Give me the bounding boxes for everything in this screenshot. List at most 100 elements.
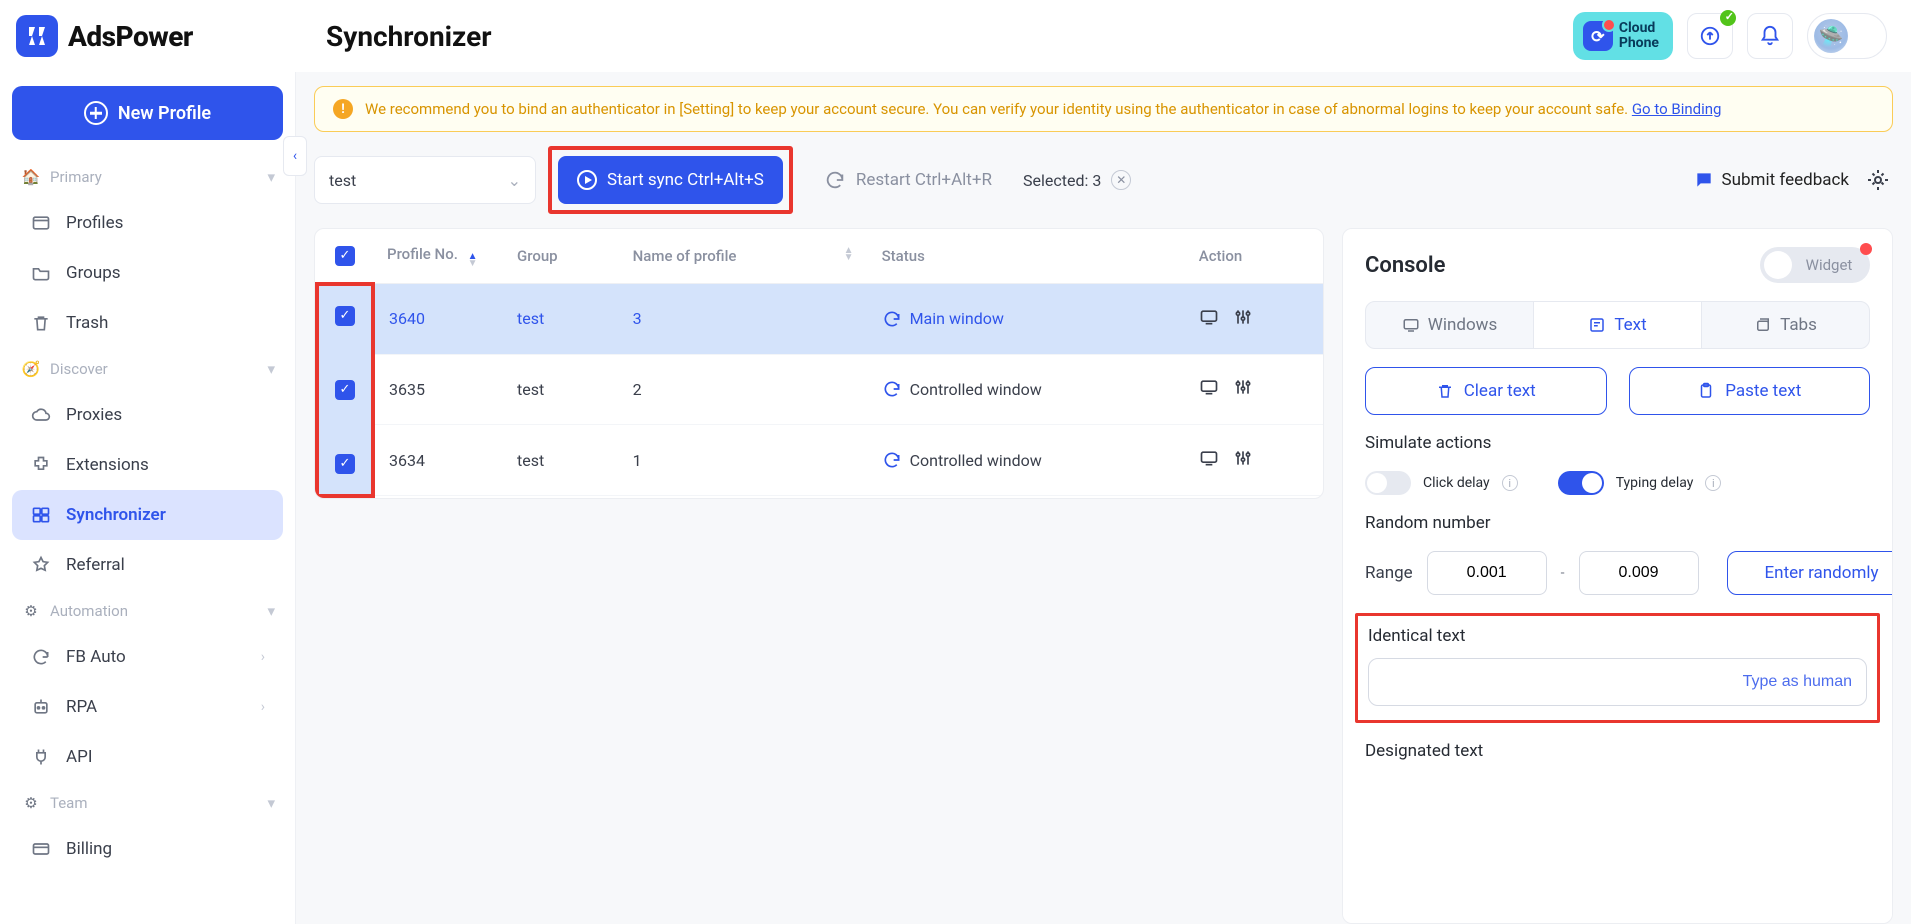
sidebar-item-profiles[interactable]: Profiles bbox=[12, 198, 283, 248]
sidebar-item-rpa[interactable]: RPA › bbox=[12, 682, 283, 732]
sidebar-item-groups[interactable]: Groups bbox=[12, 248, 283, 298]
tab-windows[interactable]: Windows bbox=[1366, 302, 1533, 348]
robot-icon bbox=[30, 696, 52, 718]
cell-group: test bbox=[503, 354, 619, 425]
click-delay-toggle[interactable] bbox=[1365, 471, 1411, 495]
settings-action-button[interactable] bbox=[1233, 377, 1253, 401]
range-label: Range bbox=[1365, 563, 1413, 583]
th-action: Action bbox=[1185, 229, 1323, 284]
sync-icon bbox=[30, 504, 52, 526]
cell-name: 2 bbox=[619, 354, 868, 425]
restart-icon bbox=[824, 169, 846, 191]
sidebar-item-billing[interactable]: Billing bbox=[12, 824, 283, 874]
warning-icon: ! bbox=[333, 99, 353, 119]
th-name[interactable]: Name of profile ▲▼ bbox=[619, 229, 868, 284]
info-icon[interactable]: i bbox=[1502, 475, 1518, 491]
folder-icon bbox=[30, 262, 52, 284]
typing-delay-toggle[interactable] bbox=[1558, 471, 1604, 495]
cell-profile-no: 3640 bbox=[373, 284, 503, 355]
clipboard-icon bbox=[1697, 382, 1715, 400]
sidebar-item-referral[interactable]: Referral bbox=[12, 540, 283, 590]
start-sync-button[interactable]: Start sync Ctrl+Alt+S bbox=[558, 156, 783, 204]
highlight-start-sync: Start sync Ctrl+Alt+S bbox=[548, 146, 793, 214]
sidebar-item-trash[interactable]: Trash bbox=[12, 298, 283, 348]
table-row[interactable]: 3640test3Main window bbox=[317, 284, 1323, 355]
sidebar-section-team[interactable]: ⚙Team ▾ bbox=[12, 782, 283, 824]
cloud-phone-label-1: Cloud bbox=[1619, 21, 1659, 36]
paste-text-button[interactable]: Paste text bbox=[1629, 367, 1871, 415]
sidebar-item-proxies[interactable]: Proxies bbox=[12, 390, 283, 440]
plug-icon bbox=[30, 746, 52, 768]
play-icon bbox=[577, 170, 597, 190]
puzzle-icon bbox=[30, 454, 52, 476]
chevron-down-icon: ▾ bbox=[267, 602, 275, 620]
cell-profile-no: 3634 bbox=[373, 425, 503, 496]
widget-toggle[interactable]: Widget bbox=[1760, 247, 1870, 283]
highlight-identical-text: Identical text bbox=[1355, 613, 1880, 723]
trash-icon bbox=[30, 312, 52, 334]
cell-status: Controlled window bbox=[882, 450, 1171, 470]
th-group[interactable]: Group bbox=[503, 229, 619, 284]
alert-text: We recommend you to bind an authenticato… bbox=[365, 100, 1632, 118]
sidebar-item-api[interactable]: API bbox=[12, 732, 283, 782]
chevron-down-icon: ▾ bbox=[267, 360, 275, 378]
tab-tabs[interactable]: Tabs bbox=[1702, 302, 1869, 348]
sync-status-icon bbox=[882, 450, 902, 470]
upload-button[interactable] bbox=[1687, 13, 1733, 59]
th-status: Status bbox=[868, 229, 1185, 284]
notifications-button[interactable] bbox=[1747, 13, 1793, 59]
account-menu[interactable]: 🛸 bbox=[1807, 13, 1887, 59]
new-profile-button[interactable]: New Profile bbox=[12, 86, 283, 140]
sidebar-collapse-button[interactable]: ‹ bbox=[283, 136, 307, 176]
identical-text-input[interactable] bbox=[1368, 658, 1867, 706]
settings-button[interactable] bbox=[1863, 165, 1893, 195]
screen-action-button[interactable] bbox=[1199, 307, 1219, 331]
row-checkbox[interactable] bbox=[335, 454, 355, 474]
clear-text-button[interactable]: Clear text bbox=[1365, 367, 1607, 415]
sidebar-section-discover[interactable]: 🧭Discover ▾ bbox=[12, 348, 283, 390]
screen-action-button[interactable] bbox=[1199, 448, 1219, 472]
settings-action-button[interactable] bbox=[1233, 448, 1253, 472]
identical-text-title: Identical text bbox=[1368, 626, 1867, 646]
sidebar-item-fbauto[interactable]: FB Auto › bbox=[12, 632, 283, 682]
new-profile-label: New Profile bbox=[118, 103, 211, 124]
sidebar-section-automation[interactable]: ⚙Automation ▾ bbox=[12, 590, 283, 632]
designated-text-title: Designated text bbox=[1365, 741, 1870, 761]
cell-group: test bbox=[503, 425, 619, 496]
tab-text[interactable]: Text bbox=[1533, 302, 1702, 348]
restart-button[interactable]: Restart Ctrl+Alt+R bbox=[805, 156, 1011, 204]
submit-feedback-link[interactable]: Submit feedback bbox=[1694, 170, 1849, 190]
table-row[interactable]: 3635test2Controlled window bbox=[317, 354, 1323, 425]
enter-randomly-button[interactable]: Enter randomly bbox=[1727, 551, 1893, 595]
cloud-phone-button[interactable]: ⟳ Cloud Phone bbox=[1573, 12, 1673, 60]
selected-count-chip: Selected: 3 ✕ bbox=[1023, 170, 1131, 190]
settings-action-button[interactable] bbox=[1233, 307, 1253, 331]
avatar-icon: 🛸 bbox=[1814, 19, 1848, 53]
tabs-icon bbox=[1754, 316, 1772, 334]
sidebar-item-extensions[interactable]: Extensions bbox=[12, 440, 283, 490]
select-all-checkbox[interactable] bbox=[335, 246, 355, 266]
range-min-input[interactable] bbox=[1427, 551, 1547, 595]
cell-profile-no: 3635 bbox=[373, 354, 503, 425]
random-number-title: Random number bbox=[1365, 513, 1870, 533]
clear-selection-button[interactable]: ✕ bbox=[1111, 170, 1131, 190]
th-profile-no[interactable]: Profile No. ▲▼ bbox=[373, 229, 503, 284]
card-icon bbox=[30, 838, 52, 860]
go-to-binding-link[interactable]: Go to Binding bbox=[1632, 100, 1722, 118]
sidebar-item-synchronizer[interactable]: Synchronizer bbox=[12, 490, 283, 540]
cloud-phone-icon: ⟳ bbox=[1583, 21, 1613, 51]
cell-name: 3 bbox=[619, 284, 868, 355]
screen-action-button[interactable] bbox=[1199, 377, 1219, 401]
row-checkbox[interactable] bbox=[335, 306, 355, 326]
refresh-icon bbox=[30, 646, 52, 668]
automation-icon: ⚙ bbox=[20, 600, 42, 622]
group-dropdown[interactable]: test ⌄ bbox=[314, 156, 536, 204]
sync-status-icon bbox=[882, 309, 902, 329]
row-checkbox[interactable] bbox=[335, 380, 355, 400]
info-icon[interactable]: i bbox=[1705, 475, 1721, 491]
sidebar-section-primary[interactable]: 🏠Primary ▾ bbox=[12, 156, 283, 198]
notification-dot-icon bbox=[1860, 243, 1872, 255]
table-row[interactable]: 3634test1Controlled window bbox=[317, 425, 1323, 496]
range-max-input[interactable] bbox=[1579, 551, 1699, 595]
app-logo: AdsPower bbox=[16, 15, 296, 57]
